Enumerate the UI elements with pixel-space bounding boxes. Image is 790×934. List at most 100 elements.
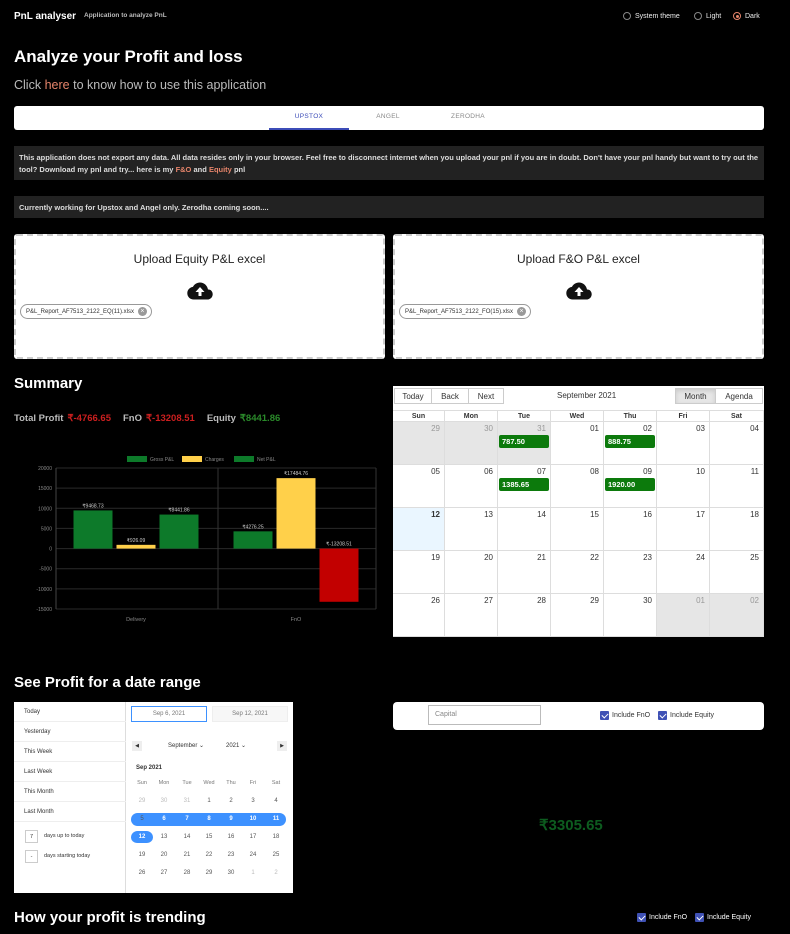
calendar-day-cell[interactable]: 28 <box>498 594 551 637</box>
include-equity-checkbox[interactable]: Include Equity <box>658 711 714 720</box>
preset-last-month[interactable]: Last Month <box>14 802 126 822</box>
calendar-today-button[interactable]: Today <box>394 388 432 404</box>
datepicker-day[interactable]: 24 <box>242 849 264 862</box>
tab-angel[interactable]: ANGEL <box>348 106 428 130</box>
radio-icon[interactable] <box>694 12 702 20</box>
calendar-day-cell[interactable]: 25 <box>710 551 764 594</box>
fno-sample-link[interactable]: F&O <box>176 165 192 174</box>
start-date-field[interactable]: Sep 6, 2021 <box>131 706 207 722</box>
datepicker-day[interactable]: 31 <box>176 795 198 808</box>
datepicker-day[interactable]: 13 <box>153 831 175 844</box>
theme-option-system[interactable]: System theme <box>623 12 680 20</box>
theme-option-dark[interactable]: Dark <box>733 12 760 20</box>
calendar-day-cell[interactable]: 10 <box>657 465 710 508</box>
checkbox-checked-icon[interactable] <box>695 913 704 922</box>
datepicker-day[interactable]: 12 <box>131 831 153 844</box>
datepicker-day[interactable]: 9 <box>220 813 242 826</box>
datepicker-day[interactable]: 23 <box>220 849 242 862</box>
calendar-day-cell[interactable]: 13 <box>445 508 498 551</box>
equity-upload-dropzone[interactable]: Upload Equity P&L excel P&L_Report_AF751… <box>14 234 385 359</box>
calendar-day-cell[interactable]: 31 787.50 <box>498 422 551 465</box>
calendar-day-cell[interactable]: 12 <box>393 508 445 551</box>
datepicker-day[interactable]: 2 <box>220 795 242 808</box>
next-month-icon[interactable]: ▶ <box>277 741 287 751</box>
calendar-pnl-event[interactable]: 1920.00 <box>605 478 655 491</box>
equity-sample-link[interactable]: Equity <box>209 165 232 174</box>
calendar-day-cell[interactable]: 20 <box>445 551 498 594</box>
calendar-day-cell[interactable]: 21 <box>498 551 551 594</box>
calendar-day-cell[interactable]: 16 <box>604 508 657 551</box>
datepicker-day[interactable]: 16 <box>220 831 242 844</box>
preset-this-month[interactable]: This Month <box>14 782 126 802</box>
preset-today[interactable]: Today <box>14 702 126 722</box>
datepicker-day[interactable]: 7 <box>176 813 198 826</box>
datepicker-day[interactable]: 29 <box>131 795 153 808</box>
datepicker-day[interactable]: 20 <box>153 849 175 862</box>
datepicker-day[interactable]: 19 <box>131 849 153 862</box>
calendar-day-cell[interactable]: 05 <box>393 465 445 508</box>
datepicker-day[interactable]: 30 <box>153 795 175 808</box>
calendar-day-cell[interactable]: 01 <box>551 422 604 465</box>
days-up-input[interactable]: 7 <box>25 830 38 843</box>
year-select[interactable]: 2021 ⌄ <box>226 742 246 749</box>
datepicker-day[interactable]: 5 <box>131 813 153 826</box>
datepicker-day[interactable]: 6 <box>153 813 175 826</box>
calendar-day-cell[interactable]: 19 <box>393 551 445 594</box>
tab-zerodha[interactable]: ZERODHA <box>428 106 508 130</box>
calendar-day-cell[interactable]: 27 <box>445 594 498 637</box>
datepicker-day[interactable]: 3 <box>242 795 264 808</box>
datepicker-day[interactable]: 1 <box>198 795 220 808</box>
calendar-day-cell[interactable]: 08 <box>551 465 604 508</box>
checkbox-checked-icon[interactable] <box>637 913 646 922</box>
radio-icon[interactable] <box>623 12 631 20</box>
radio-selected-icon[interactable] <box>733 12 741 20</box>
calendar-day-cell[interactable]: 02 888.75 <box>604 422 657 465</box>
calendar-day-cell[interactable]: 29 <box>393 422 445 465</box>
calendar-month-view-button[interactable]: Month <box>675 388 716 404</box>
checkbox-checked-icon[interactable] <box>600 711 609 720</box>
datepicker-day[interactable]: 14 <box>176 831 198 844</box>
preset-yesterday[interactable]: Yesterday <box>14 722 126 742</box>
calendar-day-cell[interactable]: 24 <box>657 551 710 594</box>
datepicker-day[interactable]: 15 <box>198 831 220 844</box>
calendar-day-cell[interactable]: 11 <box>710 465 764 508</box>
datepicker-day[interactable]: 18 <box>265 831 287 844</box>
datepicker-day[interactable]: 17 <box>242 831 264 844</box>
calendar-day-cell[interactable]: 09 1920.00 <box>604 465 657 508</box>
days-start-input[interactable]: - <box>25 850 38 863</box>
datepicker-day[interactable]: 30 <box>220 867 242 880</box>
calendar-day-cell[interactable]: 15 <box>551 508 604 551</box>
calendar-agenda-view-button[interactable]: Agenda <box>715 388 763 404</box>
calendar-day-cell[interactable]: 02 <box>710 594 764 637</box>
calendar-day-cell[interactable]: 30 <box>445 422 498 465</box>
calendar-day-cell[interactable]: 30 <box>604 594 657 637</box>
datepicker-day[interactable]: 21 <box>176 849 198 862</box>
prev-month-icon[interactable]: ◀ <box>132 741 142 751</box>
datepicker-day[interactable]: 8 <box>198 813 220 826</box>
datepicker-day[interactable]: 29 <box>198 867 220 880</box>
end-date-field[interactable]: Sep 12, 2021 <box>212 706 288 722</box>
datepicker-day[interactable]: 10 <box>242 813 264 826</box>
calendar-next-button[interactable]: Next <box>468 388 504 404</box>
datepicker-day[interactable]: 2 <box>265 867 287 880</box>
calendar-day-cell[interactable]: 01 <box>657 594 710 637</box>
preset-this-week[interactable]: This Week <box>14 742 126 762</box>
calendar-day-cell[interactable]: 26 <box>393 594 445 637</box>
calendar-day-cell[interactable]: 18 <box>710 508 764 551</box>
calendar-back-button[interactable]: Back <box>431 388 469 404</box>
theme-option-light[interactable]: Light <box>694 12 721 20</box>
calendar-pnl-event[interactable]: 787.50 <box>499 435 549 448</box>
calendar-day-cell[interactable]: 14 <box>498 508 551 551</box>
month-select[interactable]: September ⌄ <box>168 742 204 749</box>
fno-upload-dropzone[interactable]: Upload F&O P&L excel P&L_Report_AF7513_2… <box>393 234 764 359</box>
datepicker-day[interactable]: 26 <box>131 867 153 880</box>
trend-include-equity-checkbox[interactable]: Include Equity <box>695 913 751 922</box>
calendar-day-cell[interactable]: 23 <box>604 551 657 594</box>
datepicker-day[interactable]: 27 <box>153 867 175 880</box>
remove-file-icon[interactable]: × <box>137 307 147 316</box>
calendar-day-cell[interactable]: 17 <box>657 508 710 551</box>
datepicker-day[interactable]: 22 <box>198 849 220 862</box>
calendar-day-cell[interactable]: 29 <box>551 594 604 637</box>
datepicker-day[interactable]: 1 <box>242 867 264 880</box>
calendar-day-cell[interactable]: 04 <box>710 422 764 465</box>
